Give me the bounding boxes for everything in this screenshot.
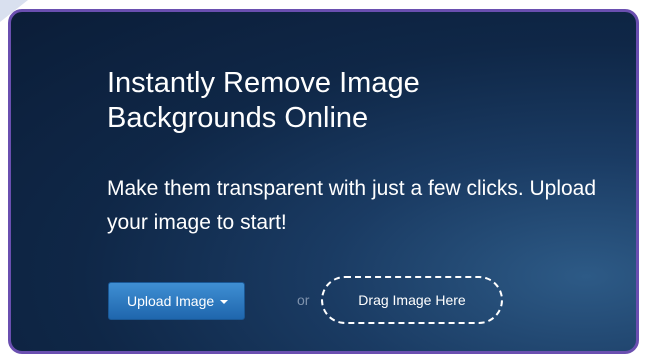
hero-panel: Instantly Remove Image Backgrounds Onlin…	[8, 9, 639, 354]
hero-subtitle: Make them transparent with just a few cl…	[107, 177, 597, 234]
hero-title: Instantly Remove Image Backgrounds Onlin…	[107, 67, 420, 134]
or-separator: or	[297, 292, 310, 308]
upload-image-label: Upload Image	[127, 293, 215, 309]
caret-down-icon	[220, 300, 229, 304]
page: Instantly Remove Image Backgrounds Onlin…	[0, 0, 653, 364]
drag-image-dropzone[interactable]: Drag Image Here	[321, 276, 503, 324]
drag-image-label: Drag Image Here	[358, 292, 466, 308]
upload-image-button[interactable]: Upload Image	[108, 282, 246, 320]
